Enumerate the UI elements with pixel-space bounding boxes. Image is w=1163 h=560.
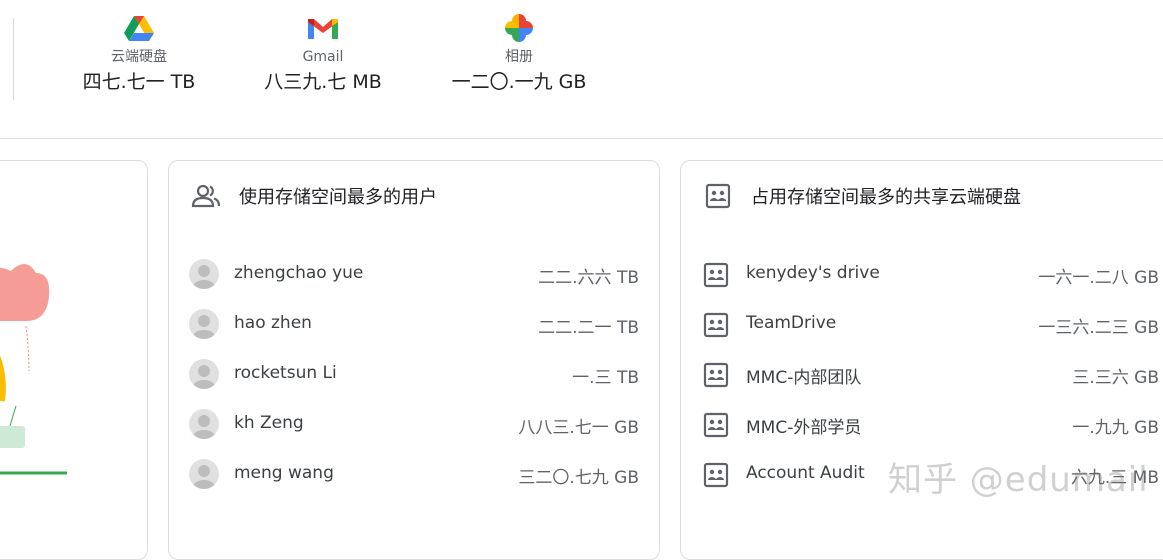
google-drive-icon	[80, 14, 198, 42]
service-usage: 一二〇.一九 GB	[451, 71, 587, 93]
section-divider	[0, 138, 1163, 139]
user-usage: 一.三 TB	[572, 368, 639, 388]
card-title: 使用存储空间最多的用户	[239, 187, 437, 208]
service-name: 云端硬盘	[111, 49, 167, 65]
drive-usage: 一三六.二三 GB	[1038, 318, 1159, 338]
divider	[13, 18, 14, 100]
service-name: Gmail	[302, 49, 344, 65]
shared-drive-icon	[703, 462, 729, 488]
watermark: 知乎 @edumail	[888, 460, 1149, 500]
shared-drive-icon	[703, 412, 729, 438]
user-name: kh Zeng	[234, 413, 304, 433]
user-name: rocketsun Li	[234, 363, 337, 383]
storage-illustration-card	[0, 160, 148, 560]
google-photos-icon	[450, 14, 588, 42]
people-icon	[191, 184, 221, 208]
avatar	[189, 459, 219, 489]
user-usage: 二二.六六 TB	[538, 268, 639, 288]
service-usage: 四七.七一 TB	[82, 71, 196, 93]
card-title: 占用存储空间最多的共享云端硬盘	[751, 187, 1021, 208]
user-usage: 八八三.七一 GB	[518, 418, 639, 438]
drive-name: MMC-外部学员	[746, 418, 862, 438]
drive-name: TeamDrive	[746, 313, 837, 333]
service-usage: 八三九.七 MB	[264, 71, 382, 93]
shared-drive-icon	[703, 262, 729, 288]
shared-drive-icon	[703, 362, 729, 388]
drive-usage: 三.三六 GB	[1072, 368, 1159, 388]
cloud-illustration	[0, 264, 67, 475]
user-row[interactable]: zhengchao yue 二二.六六 TB	[169, 254, 659, 294]
shared-drive-icon	[703, 312, 729, 338]
service-drive: 云端硬盘 四七.七一 TB	[80, 14, 198, 94]
user-usage: 二二.二一 TB	[538, 318, 639, 338]
user-row[interactable]: rocketsun Li 一.三 TB	[169, 354, 659, 394]
user-row[interactable]: hao zhen 二二.二一 TB	[169, 304, 659, 344]
drive-usage: 一.九九 GB	[1072, 418, 1159, 438]
service-name: 相册	[505, 49, 533, 65]
shared-drive-row[interactable]: MMC-内部团队 三.三六 GB	[681, 354, 1163, 394]
user-row[interactable]: kh Zeng 八八三.七一 GB	[169, 404, 659, 444]
drive-name: MMC-内部团队	[746, 368, 862, 388]
drive-name: Account Audit	[746, 463, 865, 483]
shared-drive-row[interactable]: MMC-外部学员 一.九九 GB	[681, 404, 1163, 444]
top-users-card: 使用存储空间最多的用户 zhengchao yue 二二.六六 TB hao z…	[168, 160, 660, 560]
user-usage: 三二〇.七九 GB	[518, 468, 639, 488]
shared-drive-row[interactable]: kenydey's drive 一六一.二八 GB	[681, 254, 1163, 294]
gmail-icon	[262, 14, 384, 42]
shared-drive-row[interactable]: TeamDrive 一三六.二三 GB	[681, 304, 1163, 344]
avatar	[189, 259, 219, 289]
drive-usage: 一六一.二八 GB	[1038, 268, 1159, 288]
user-name: hao zhen	[234, 313, 312, 333]
user-name: meng wang	[234, 463, 334, 483]
user-name: zhengchao yue	[234, 263, 364, 283]
service-photos: 相册 一二〇.一九 GB	[450, 14, 588, 94]
drive-name: kenydey's drive	[746, 263, 880, 283]
user-row[interactable]: meng wang 三二〇.七九 GB	[169, 454, 659, 494]
shared-drive-icon	[705, 183, 731, 209]
avatar	[189, 409, 219, 439]
avatar	[189, 359, 219, 389]
avatar	[189, 309, 219, 339]
service-gmail: Gmail 八三九.七 MB	[262, 14, 384, 94]
